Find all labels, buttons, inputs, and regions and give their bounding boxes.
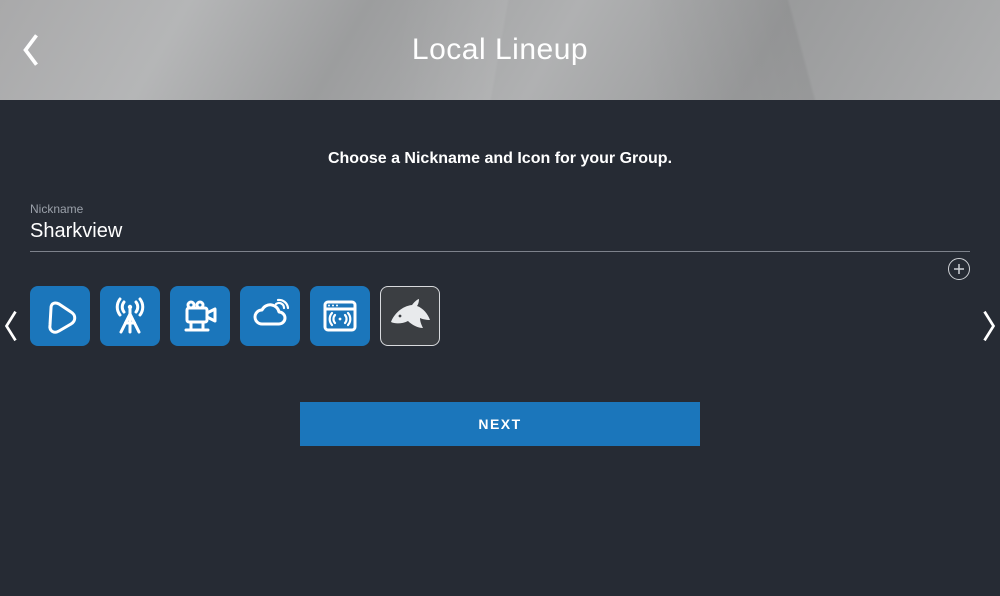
plus-icon	[953, 263, 965, 275]
icon-option-browser[interactable]	[310, 286, 370, 346]
nickname-input[interactable]	[30, 218, 970, 252]
instruction-text: Choose a Nickname and Icon for your Grou…	[30, 150, 970, 168]
antenna-icon	[108, 294, 152, 338]
icon-option-camera[interactable]	[170, 286, 230, 346]
shark-icon	[386, 292, 434, 340]
icon-option-shark[interactable]	[380, 286, 440, 346]
icon-selector	[30, 286, 970, 366]
page-title: Local Lineup	[412, 33, 588, 67]
chevron-left-icon	[2, 306, 20, 346]
play-icon	[40, 296, 80, 336]
cloud-broadcast-icon	[248, 294, 292, 338]
content-area: Choose a Nickname and Icon for your Grou…	[0, 100, 1000, 446]
nickname-label: Nickname	[30, 202, 970, 216]
next-button[interactable]: NEXT	[300, 402, 700, 446]
add-icon-button[interactable]	[948, 258, 970, 280]
icon-option-cloud[interactable]	[240, 286, 300, 346]
icon-row	[30, 286, 970, 346]
icon-scroll-left[interactable]	[2, 306, 20, 346]
chevron-right-icon	[980, 306, 998, 346]
back-button[interactable]	[20, 30, 42, 70]
icon-option-antenna[interactable]	[100, 286, 160, 346]
camera-icon	[178, 294, 222, 338]
header-bar: Local Lineup	[0, 0, 1000, 100]
browser-stream-icon	[318, 294, 362, 338]
icon-option-play[interactable]	[30, 286, 90, 346]
chevron-left-icon	[20, 30, 42, 70]
icon-scroll-right[interactable]	[980, 306, 998, 346]
